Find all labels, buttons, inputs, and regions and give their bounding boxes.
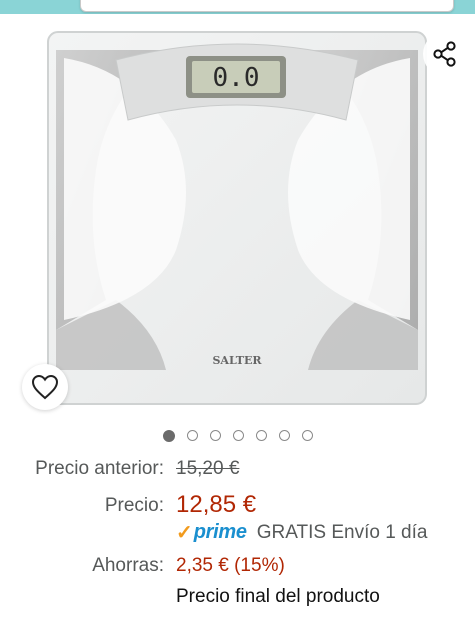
prime-logo[interactable]: ✓ prime [176,520,247,545]
share-button[interactable] [423,32,467,76]
product-image-gallery[interactable]: 0.0 SALTER [0,14,475,422]
share-icon [433,41,456,67]
savings-value: 2,35 € (15%) [176,555,285,576]
previous-price-value: 15,20 € [176,458,240,479]
display-reading: 0.0 [213,63,260,93]
final-price-note: Precio final del producto [176,586,380,607]
shipping-text: GRATIS Envío 1 día [256,521,428,543]
prime-check-icon: ✓ [176,522,193,544]
prime-wordmark: prime [193,521,247,543]
carousel-dot[interactable] [186,430,198,441]
heart-icon [31,374,59,400]
image-carousel-indicator [0,430,475,448]
previous-price-label: Precio anterior: [35,458,164,479]
carousel-dot[interactable] [255,430,267,441]
carousel-dot[interactable] [278,430,290,441]
prime-shipping: ✓ prime GRATIS Envío 1 día [176,520,427,545]
carousel-dot-active[interactable] [162,430,175,442]
carousel-dot[interactable] [301,430,313,441]
search-input[interactable] [80,0,454,12]
carousel-dot[interactable] [232,430,244,441]
price-label: Precio: [104,495,164,516]
product-image[interactable]: 0.0 SALTER [46,30,428,406]
wishlist-button[interactable] [22,364,68,410]
savings-row: Ahorras: 2,35 € (15%) [0,555,475,585]
price-value: 12,85 € [176,491,257,518]
top-bar [0,0,475,14]
brand-logo: SALTER [212,354,262,367]
savings-label: Ahorras: [92,555,164,576]
carousel-dot[interactable] [209,430,221,441]
previous-price-row: Precio anterior: 15,20 € [0,458,475,488]
